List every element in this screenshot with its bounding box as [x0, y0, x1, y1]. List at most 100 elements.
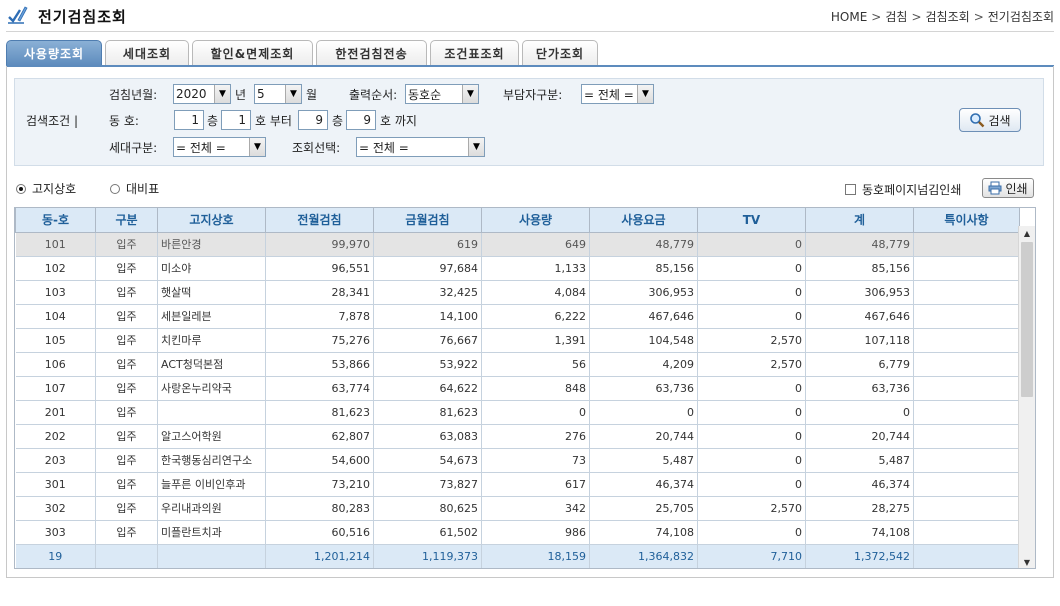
payer-type-select[interactable]: = 전체 = ▼	[581, 84, 654, 104]
cell-prev-reading: 62,807	[265, 424, 374, 449]
tab-usage-query[interactable]: 사용량조회	[6, 40, 102, 66]
total-cell-billing-name	[157, 544, 266, 568]
scroll-up-icon[interactable]: ▲	[1019, 226, 1035, 240]
table-row[interactable]: 105 입주 치킨마루 75,276 76,667 1,391 104,548 2,570 10…	[15, 328, 1020, 353]
total-cell-usage: 18,159	[481, 544, 590, 568]
column-header-billing-name[interactable]: 고지상호	[157, 208, 266, 233]
cell-type: 입주	[95, 232, 158, 257]
cell-usage: 73	[481, 448, 590, 473]
from-dong-input[interactable]: 1	[174, 110, 204, 130]
cell-tv: 0	[697, 232, 806, 257]
scroll-down-icon[interactable]: ▼	[1019, 555, 1035, 568]
household-type-value: = 전체 =	[176, 140, 226, 155]
dropdown-arrow-icon: ▼	[468, 138, 484, 156]
vertical-scrollbar[interactable]: ▲ ▼	[1018, 226, 1035, 568]
tab-kepco-transfer[interactable]: 한전검침전송	[316, 40, 427, 66]
radio-billing-name[interactable]: 고지상호	[16, 180, 76, 197]
cell-tv: 0	[697, 304, 806, 329]
radio-selected-icon	[16, 183, 26, 194]
tab-condition-table-query[interactable]: 조건표조회	[430, 40, 519, 66]
table-row[interactable]: 107 입주 사랑온누리약국 63,774 64,622 848 63,736 0 63,736	[15, 376, 1020, 401]
cell-billing-name: 알고스어학원	[157, 424, 266, 449]
column-header-curr-reading[interactable]: 금월검침	[373, 208, 482, 233]
breadcrumb-meter-query[interactable]: 검침조회	[926, 10, 970, 24]
dong-ho-label: 동 호:	[109, 114, 139, 128]
cell-billing-name: 미소야	[157, 256, 266, 281]
table-row[interactable]: 106 입주 ACT청덕본점 53,866 53,922 56 4,209 2,570 6,77…	[15, 352, 1020, 377]
to-ho-input[interactable]: 9	[346, 110, 376, 130]
cell-tv: 0	[697, 256, 806, 281]
cell-remarks	[913, 256, 1020, 281]
year-select[interactable]: 2020 ▼	[173, 84, 231, 104]
query-select-label: 조회선택:	[292, 141, 341, 155]
dropdown-arrow-icon: ▼	[249, 138, 265, 156]
cell-prev-reading: 73,210	[265, 472, 374, 497]
breadcrumb-home[interactable]: HOME	[831, 10, 867, 24]
column-header-dong-ho[interactable]: 동-호	[15, 208, 96, 233]
column-header-remarks[interactable]: 특이사항	[913, 208, 1020, 233]
cell-dong-ho: 203	[15, 448, 96, 473]
query-select[interactable]: = 전체 = ▼	[356, 137, 485, 157]
scrollbar-thumb[interactable]	[1021, 242, 1033, 397]
dropdown-arrow-icon: ▼	[462, 85, 478, 103]
table-row[interactable]: 104 입주 세븐일레븐 7,878 14,100 6,222 467,646 0 467,64…	[15, 304, 1020, 329]
table-row[interactable]: 302 입주 우리내과의원 80,283 80,625 342 25,705 2,570 28,…	[15, 496, 1020, 521]
column-header-tv[interactable]: TV	[697, 208, 806, 233]
cell-prev-reading: 54,600	[265, 448, 374, 473]
print-button[interactable]: 인쇄	[982, 178, 1034, 198]
to-dong-input[interactable]: 9	[298, 110, 328, 130]
month-unit: 월	[306, 88, 318, 102]
household-type-select[interactable]: = 전체 = ▼	[173, 137, 266, 157]
cell-tv: 0	[697, 400, 806, 425]
cell-prev-reading: 80,283	[265, 496, 374, 521]
cell-type: 입주	[95, 376, 158, 401]
cell-usage: 0	[481, 400, 590, 425]
cell-total: 48,779	[805, 232, 914, 257]
year-unit: 년	[235, 88, 247, 102]
output-order-select[interactable]: 동호순 ▼	[405, 84, 479, 104]
month-select[interactable]: 5 ▼	[254, 84, 302, 104]
cell-charge: 63,736	[589, 376, 698, 401]
cell-total: 20,744	[805, 424, 914, 449]
from-ho-input[interactable]: 1	[221, 110, 251, 130]
search-button[interactable]: 검색	[959, 108, 1021, 132]
page-break-print-checkbox[interactable]: 동호페이지넘김인쇄	[845, 181, 961, 198]
cell-dong-ho: 201	[15, 400, 96, 425]
cell-charge: 85,156	[589, 256, 698, 281]
cell-dong-ho: 202	[15, 424, 96, 449]
table-row[interactable]: 201 입주 81,623 81,623 0 0 0 0	[15, 400, 1020, 425]
cell-type: 입주	[95, 520, 158, 545]
cell-remarks	[913, 232, 1020, 257]
table-row[interactable]: 103 입주 햇살떡 28,341 32,425 4,084 306,953 0 306,953	[15, 280, 1020, 305]
table-row[interactable]: 301 입주 늘푸른 이비인후과 73,210 73,827 617 46,374 0 46,3…	[15, 472, 1020, 497]
total-cell-charge: 1,364,832	[589, 544, 698, 568]
cell-total: 0	[805, 400, 914, 425]
printer-icon	[988, 181, 1002, 195]
breadcrumb-meter[interactable]: 검침	[885, 10, 907, 24]
table-row[interactable]: 102 입주 미소야 96,551 97,684 1,133 85,156 0 85,156	[15, 256, 1020, 281]
page-title: 전기검침조회	[38, 8, 127, 26]
radio-comparison[interactable]: 대비표	[110, 180, 159, 197]
cell-prev-reading: 63,774	[265, 376, 374, 401]
cell-curr-reading: 32,425	[373, 280, 482, 305]
column-header-type[interactable]: 구분	[95, 208, 158, 233]
magnifier-icon	[970, 113, 985, 128]
table-row[interactable]: 101 입주 바른안경 99,970 619 649 48,779 0 48,779	[15, 232, 1020, 257]
cell-curr-reading: 80,625	[373, 496, 482, 521]
cell-tv: 0	[697, 520, 806, 545]
column-header-total[interactable]: 계	[805, 208, 914, 233]
cell-charge: 306,953	[589, 280, 698, 305]
table-row[interactable]: 203 입주 한국행동심리연구소 54,600 54,673 73 5,487 0 5,487	[15, 448, 1020, 473]
cell-curr-reading: 64,622	[373, 376, 482, 401]
table-row[interactable]: 303 입주 미플란트치과 60,516 61,502 986 74,108 0 74,108	[15, 520, 1020, 545]
cell-curr-reading: 619	[373, 232, 482, 257]
tab-household-query[interactable]: 세대조회	[105, 40, 189, 66]
column-header-charge[interactable]: 사용요금	[589, 208, 698, 233]
tab-discount-exemption-query[interactable]: 할인&면제조회	[192, 40, 313, 66]
tab-unit-price-query[interactable]: 단가조회	[522, 40, 598, 66]
column-header-prev-reading[interactable]: 전월검침	[265, 208, 374, 233]
cell-billing-name: 햇살떡	[157, 280, 266, 305]
table-row[interactable]: 202 입주 알고스어학원 62,807 63,083 276 20,744 0 20,744	[15, 424, 1020, 449]
ho-from-label: 호 부터	[255, 114, 292, 128]
column-header-usage[interactable]: 사용량	[481, 208, 590, 233]
